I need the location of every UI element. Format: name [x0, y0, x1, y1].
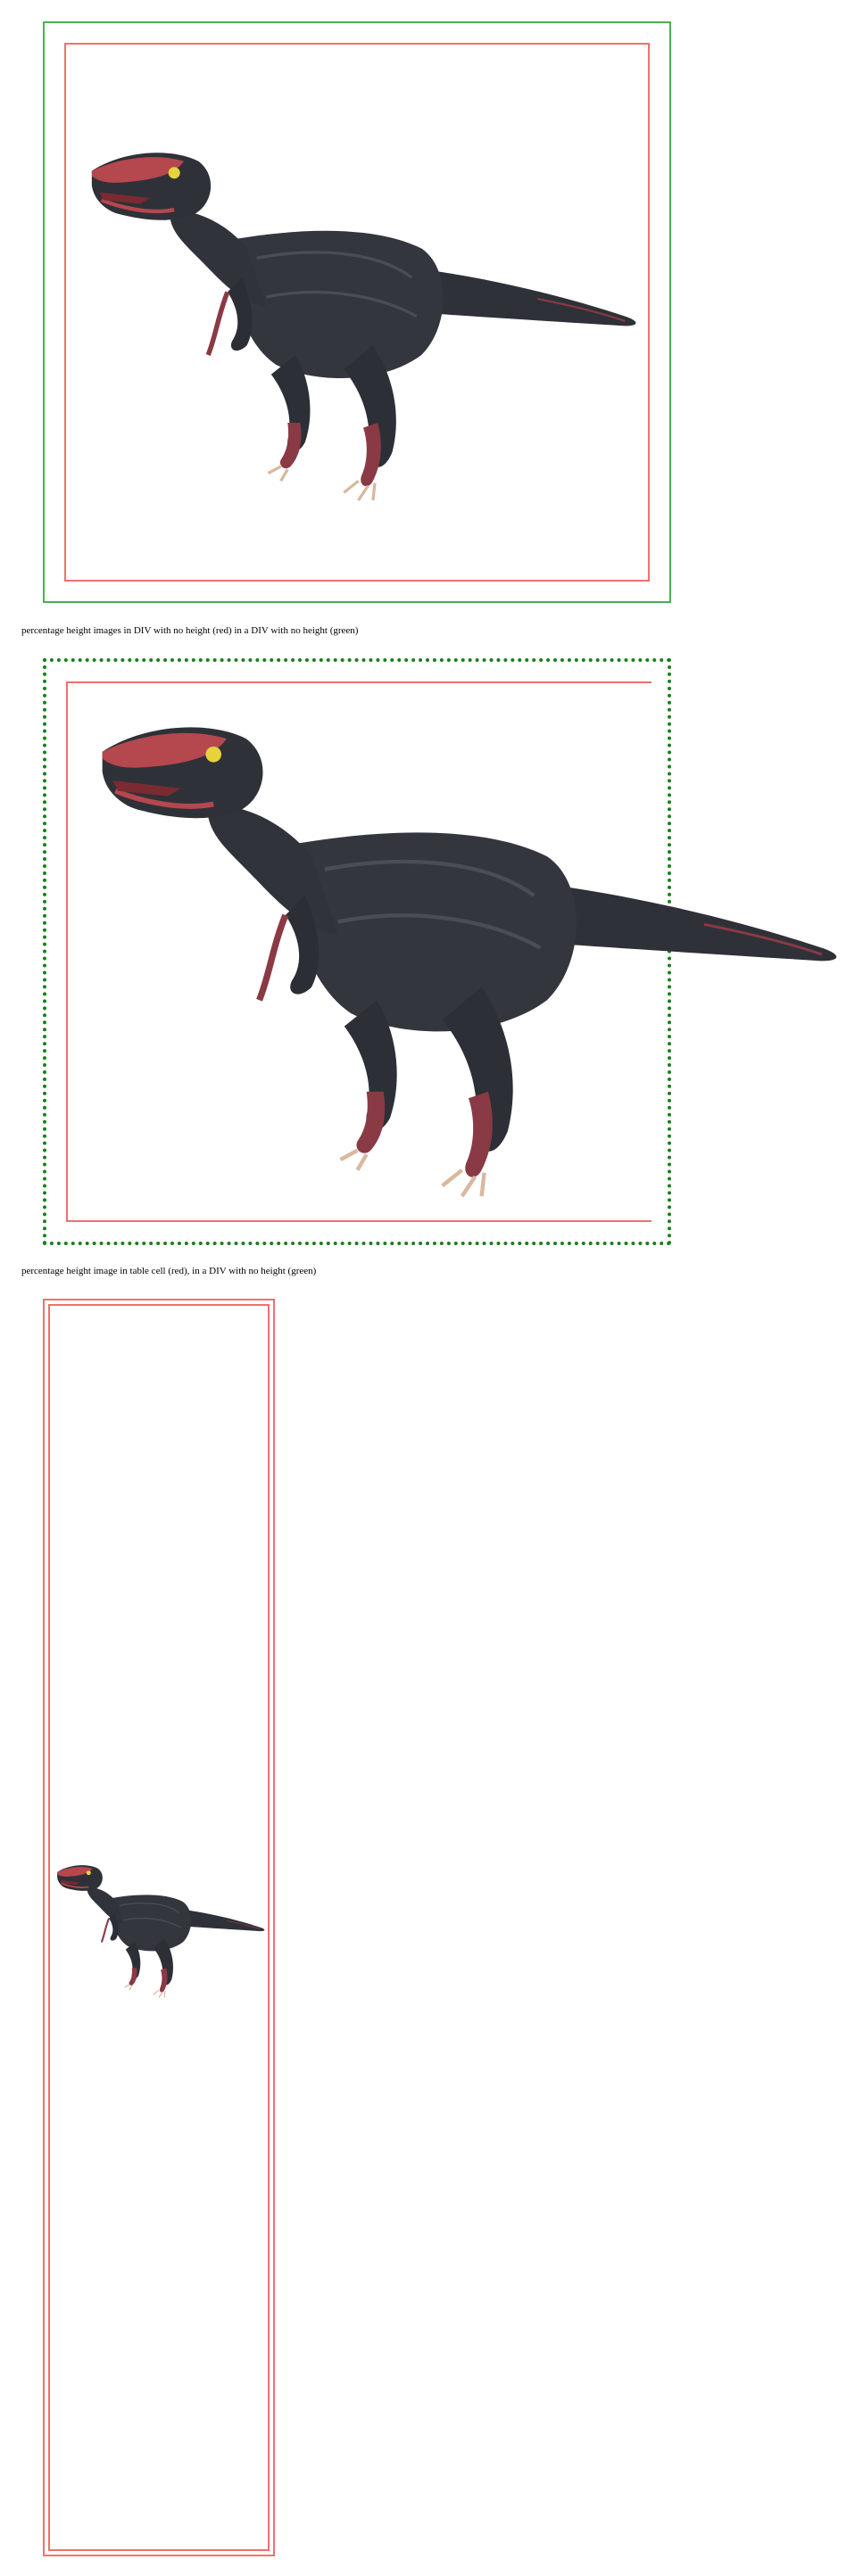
- dinosaur-image-large: [89, 696, 848, 1213]
- caption-1: percentage height images in DIV with no …: [21, 625, 359, 636]
- dinosaur-image: [82, 62, 644, 580]
- dinosaur-image-small: [56, 1864, 266, 1999]
- caption-2: percentage height image in table cell (r…: [21, 1266, 317, 1276]
